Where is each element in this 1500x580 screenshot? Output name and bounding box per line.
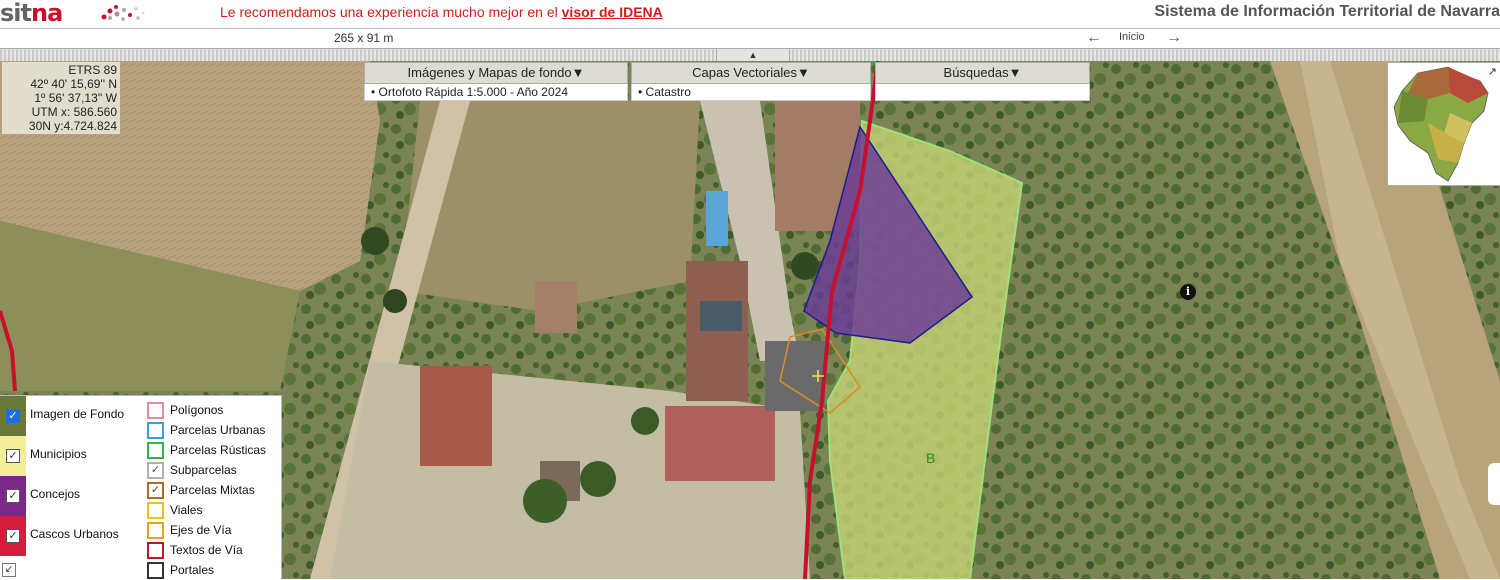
system-title: Sistema de Información Territorial de Na…	[1154, 3, 1500, 20]
layer-row-portales[interactable]: Portales	[143, 560, 281, 580]
layer-label: Viales	[170, 503, 203, 517]
layer-row-cascos-urbanos[interactable]: ✓ Cascos Urbanos	[0, 516, 140, 556]
layer-row-municipios[interactable]: ✓ Municipios	[0, 436, 140, 476]
layer-checkbox[interactable]: ✓	[6, 449, 20, 463]
layer-row-parcelas-mixtas[interactable]: ✓ Parcelas Mixtas	[143, 480, 281, 500]
idena-viewer-link[interactable]: visor de IDENA	[562, 4, 663, 20]
background-maps-menu-header[interactable]: Imágenes y Mapas de fondo▼	[364, 62, 628, 84]
scale-readout: 265 x 91 m	[334, 31, 394, 45]
layer-label: Parcelas Rústicas	[170, 443, 267, 457]
coord-utm-y: 30N y:4.724.824	[28, 119, 117, 133]
layer-checkbox[interactable]: ✓	[147, 482, 164, 499]
coord-utm-x: UTM x: 586.560	[31, 105, 117, 119]
promo-text: Le recomendamos una experiencia mucho me…	[220, 4, 562, 20]
layer-checkbox[interactable]	[147, 422, 164, 439]
layer-row-concejos[interactable]: ✓ Concejos	[0, 476, 140, 516]
layer-checkbox[interactable]: ✓	[6, 409, 20, 423]
layer-checkbox[interactable]: ✓	[6, 489, 20, 503]
layer-label: Parcelas Mixtas	[170, 483, 255, 497]
layer-row-subparcelas[interactable]: ✓ Subparcelas	[143, 460, 281, 480]
right-panel-handle[interactable]	[1488, 463, 1500, 505]
layer-label: Parcelas Urbanas	[170, 423, 266, 437]
layer-checkbox[interactable]	[147, 402, 164, 419]
coordinates-panel: ETRS 89 42º 40' 15,69'' N 1º 56' 37,13''…	[2, 62, 120, 134]
vector-layers-selected[interactable]: • Catastro	[631, 84, 871, 101]
layer-checkbox[interactable]: ✓	[6, 529, 20, 543]
vector-layers-menu-header[interactable]: Capas Vectoriales▼	[631, 62, 871, 84]
layer-label: Polígonos	[170, 403, 224, 417]
layer-row-viales[interactable]: Viales	[143, 500, 281, 520]
navarra-map-icon	[1393, 66, 1489, 182]
logo-text-na: na	[30, 0, 63, 27]
search-menu-header[interactable]: Búsquedas▼	[875, 62, 1090, 84]
logo-dots-icon	[101, 5, 145, 21]
map-toolbar: 265 x 91 m ← Inicio →	[0, 29, 1500, 49]
layer-label: Portales	[170, 563, 215, 577]
back-arrow-icon[interactable]: ←	[1086, 29, 1102, 47]
vector-layers-menu[interactable]: Capas Vectoriales▼ • Catastro	[631, 62, 871, 101]
forward-arrow-icon[interactable]: →	[1166, 29, 1182, 47]
search-selected[interactable]	[875, 84, 1090, 101]
background-maps-selected[interactable]: • Ortofoto Rápida 1:5.000 - Año 2024	[364, 84, 628, 101]
main-layer-list: ✓ Imagen de Fondo ✓ Municipios ✓ Concejo…	[0, 396, 140, 556]
layer-checkbox[interactable]	[147, 502, 164, 519]
layer-label: Textos de Vía	[170, 543, 243, 557]
layer-label: Ejes de Vía	[170, 523, 232, 537]
expand-icon[interactable]: ↗	[1488, 65, 1497, 78]
logo-text-sit: sit	[0, 0, 32, 27]
layer-label: Subparcelas	[170, 463, 237, 477]
sitna-logo[interactable]: sitna	[0, 0, 63, 27]
layer-checkbox[interactable]	[147, 522, 164, 539]
layer-row-poligonos[interactable]: Polígonos	[143, 400, 281, 420]
coord-longitude: 1º 56' 37,13'' W	[34, 91, 117, 105]
layer-checkbox[interactable]	[147, 542, 164, 559]
coord-system: ETRS 89	[68, 63, 117, 77]
layer-legend: ✓ Imagen de Fondo ✓ Municipios ✓ Concejo…	[0, 395, 282, 580]
layer-label: Imagen de Fondo	[30, 407, 125, 421]
coord-latitude: 42º 40' 15,69'' N	[30, 77, 117, 91]
layer-row-parcelas-rusticas[interactable]: Parcelas Rústicas	[143, 440, 281, 460]
layer-checkbox[interactable]	[147, 562, 164, 579]
layer-row-parcelas-urbanas[interactable]: Parcelas Urbanas	[143, 420, 281, 440]
info-icon[interactable]: i	[1180, 284, 1196, 300]
background-maps-menu[interactable]: Imágenes y Mapas de fondo▼ • Ortofoto Rá…	[364, 62, 628, 101]
layer-label: Concejos	[30, 487, 81, 501]
parcel-label: B	[926, 450, 936, 466]
layer-label: Municipios	[30, 447, 87, 461]
layer-label: Cascos Urbanos	[30, 527, 119, 541]
layer-row-ejes-de-via[interactable]: Ejes de Vía	[143, 520, 281, 540]
collapse-legend-icon[interactable]: ↙	[2, 563, 16, 577]
layer-row-background[interactable]: ✓ Imagen de Fondo	[0, 396, 140, 436]
overview-minimap[interactable]: ↗	[1387, 62, 1500, 186]
search-menu[interactable]: Búsquedas▼	[875, 62, 1090, 101]
promo-banner: Le recomendamos una experiencia mucho me…	[220, 4, 663, 20]
app-header: sitna Le recomendamos una experiencia mu…	[0, 0, 1500, 29]
collapse-toolbar-button[interactable]: ▲	[716, 48, 790, 62]
layer-row-textos-de-via[interactable]: Textos de Vía	[143, 540, 281, 560]
layer-checkbox[interactable]: ✓	[147, 462, 164, 479]
layer-checkbox[interactable]	[147, 442, 164, 459]
home-button[interactable]: Inicio	[1119, 31, 1145, 43]
cadastre-layer-list: Polígonos Parcelas Urbanas Parcelas Rúst…	[143, 400, 281, 580]
